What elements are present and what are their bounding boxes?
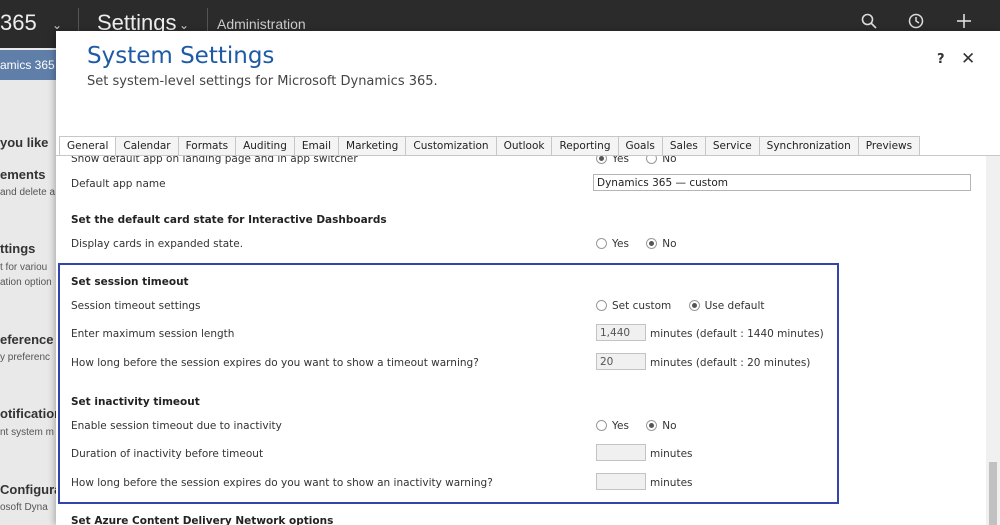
background-item-title[interactable]: eference xyxy=(0,332,53,347)
dialog-title: System Settings xyxy=(87,43,275,69)
background-item-desc: nt system m xyxy=(0,427,54,438)
landing-app-radio-group: Yes No xyxy=(596,156,691,165)
background-item-title[interactable]: otification xyxy=(0,406,56,421)
background-item-desc: y preferenc xyxy=(0,352,51,363)
chevron-down-icon[interactable]: ⌄ xyxy=(179,18,189,32)
tab-marketing[interactable]: Marketing xyxy=(338,136,407,155)
background-item-desc: osoft Dyna xyxy=(0,502,48,513)
radio-unselected-icon[interactable] xyxy=(646,156,658,164)
system-settings-dialog: System Settings Set system-level setting… xyxy=(56,31,1000,525)
tab-service[interactable]: Service xyxy=(704,136,760,155)
option-label: Yes xyxy=(612,156,629,165)
background-item-title: you like xyxy=(0,135,49,150)
tab-previews[interactable]: Previews xyxy=(857,136,921,155)
close-button[interactable]: ✕ xyxy=(961,49,975,69)
scrollbar-thumb[interactable] xyxy=(989,462,997,525)
background-item-title[interactable]: ements xyxy=(0,167,46,182)
card-state-heading: Set the default card state for Interacti… xyxy=(71,214,387,226)
help-button[interactable]: ? xyxy=(937,52,945,67)
expanded-no-option[interactable]: No xyxy=(646,238,677,250)
tab-email[interactable]: Email xyxy=(293,136,340,155)
expanded-cards-radio-group: Yes No xyxy=(596,238,691,250)
tab-general[interactable]: General xyxy=(59,136,117,156)
radio-selected-icon[interactable] xyxy=(596,156,607,164)
content-scrollbar[interactable] xyxy=(986,156,1000,525)
radio-unselected-icon[interactable] xyxy=(596,238,607,249)
option-label: No xyxy=(662,238,677,250)
highlight-box xyxy=(58,263,839,504)
tab-calendar[interactable]: Calendar xyxy=(115,136,179,155)
landing-yes-option[interactable]: Yes xyxy=(596,156,629,165)
breadcrumb-administration[interactable]: Administration xyxy=(217,16,306,32)
tab-synchronization[interactable]: Synchronization xyxy=(758,136,859,155)
tab-customization[interactable]: Customization xyxy=(405,136,497,155)
landing-app-label: Show default app on landing page and in … xyxy=(71,156,358,165)
tab-formats[interactable]: Formats xyxy=(177,136,237,155)
panel-header: amics 365 xyxy=(0,50,56,80)
azure-cdn-heading: Set Azure Content Delivery Network optio… xyxy=(71,515,334,525)
background-item-desc: t for variou xyxy=(0,262,48,273)
background-item-desc: ation option xyxy=(0,277,52,288)
option-label: No xyxy=(662,156,677,165)
tab-reporting[interactable]: Reporting xyxy=(551,136,619,155)
settings-tabs: General Calendar Formats Auditing Email … xyxy=(59,136,921,156)
tab-auditing[interactable]: Auditing xyxy=(235,136,295,155)
tab-outlook[interactable]: Outlook xyxy=(495,136,553,155)
background-item-title[interactable]: Configura xyxy=(0,482,56,497)
default-app-name-label: Default app name xyxy=(71,178,166,190)
chevron-down-icon[interactable]: ⌄ xyxy=(52,18,62,32)
radio-selected-icon[interactable] xyxy=(646,238,658,249)
option-label: Yes xyxy=(612,238,629,250)
background-item-title[interactable]: ttings xyxy=(0,241,35,256)
tab-sales[interactable]: Sales xyxy=(661,136,706,155)
default-app-name-input[interactable]: Dynamics 365 — custom xyxy=(593,174,971,191)
expanded-yes-option[interactable]: Yes xyxy=(596,238,629,250)
tab-goals[interactable]: Goals xyxy=(617,136,663,155)
dialog-subtitle: Set system-level settings for Microsoft … xyxy=(87,74,438,89)
background-settings-panel: amics 365 you like ements and delete a t… xyxy=(0,48,56,525)
app-brand[interactable]: 365 xyxy=(0,10,37,36)
landing-no-option[interactable]: No xyxy=(646,156,677,165)
background-item-desc: and delete a xyxy=(0,187,56,198)
expanded-cards-label: Display cards in expanded state. xyxy=(71,238,244,250)
